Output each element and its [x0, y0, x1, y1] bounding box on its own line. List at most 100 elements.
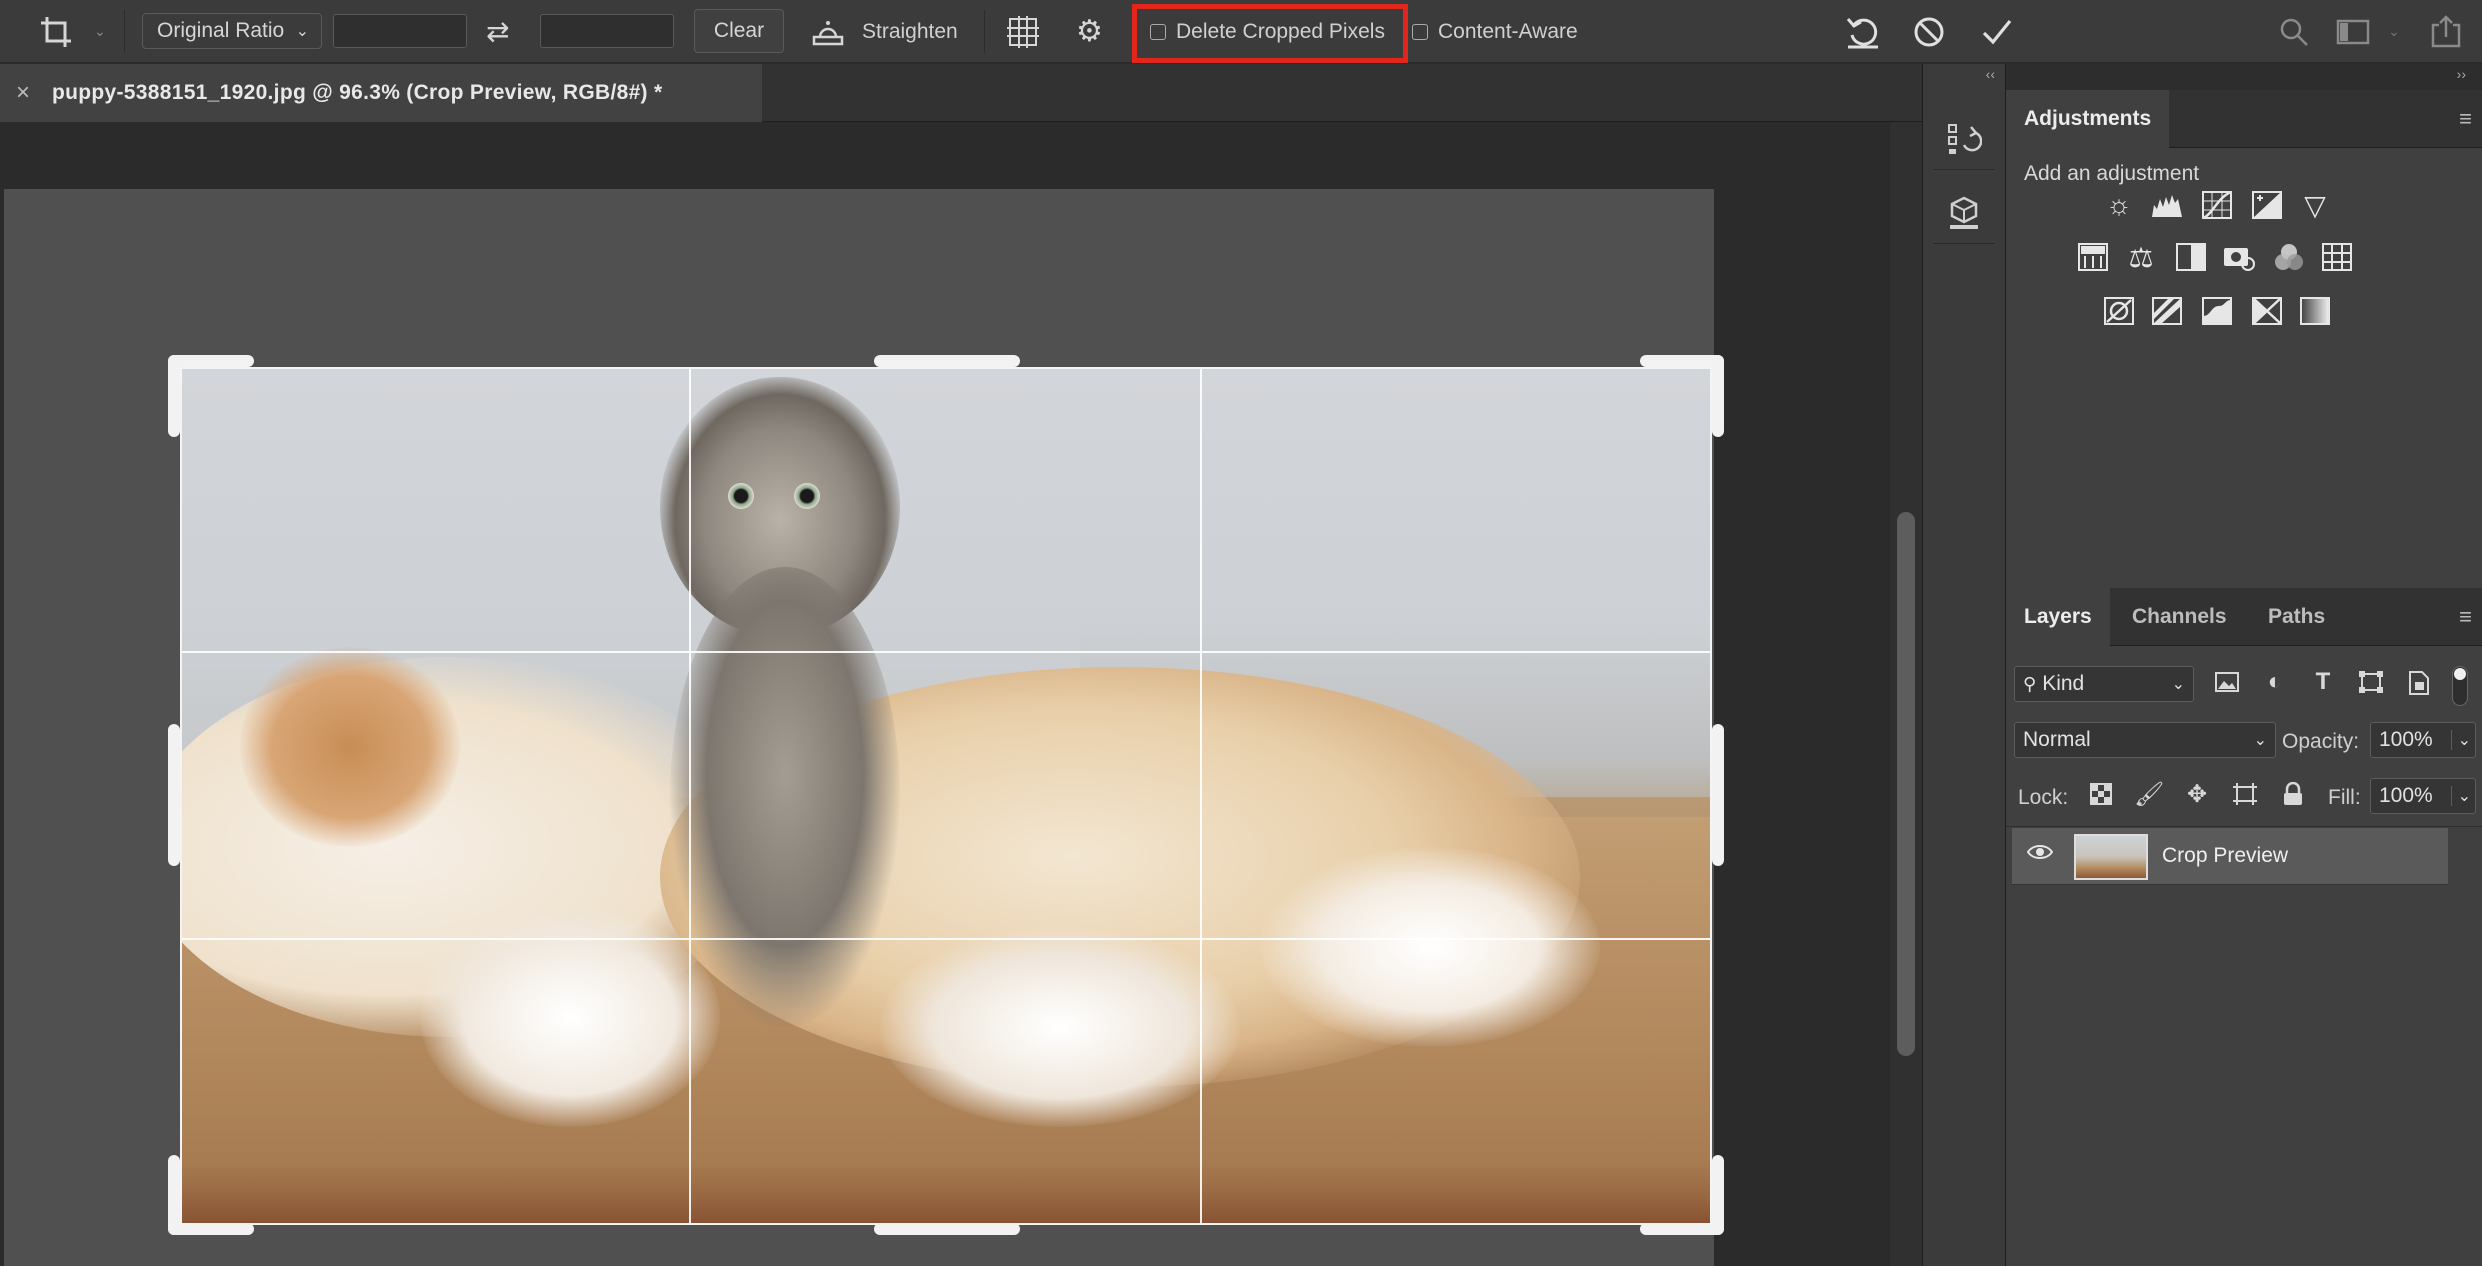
smart-object-filter-icon[interactable] [2404, 670, 2434, 703]
crop-handle-top[interactable] [874, 355, 1020, 367]
ratio-dropdown-value: Original Ratio [157, 19, 285, 42]
crop-handle-bottom[interactable] [874, 1223, 1020, 1235]
posterize-icon[interactable] [2150, 294, 2184, 328]
tool-preset-chevron-icon[interactable]: ⌄ [94, 0, 106, 63]
type-filter-icon[interactable]: T [2308, 668, 2338, 696]
hue-saturation-icon[interactable] [2076, 240, 2110, 274]
height-field[interactable] [540, 14, 674, 48]
gear-icon[interactable]: ⚙ [1076, 0, 1103, 63]
filter-toggle-switch[interactable] [2452, 666, 2468, 706]
selective-color-icon[interactable] [2250, 294, 2284, 328]
crop-handle-bottom-left[interactable] [168, 1223, 254, 1235]
brightness-contrast-icon[interactable]: ☼ [2102, 188, 2136, 222]
adjustment-filter-icon[interactable]: ◐ [2260, 668, 2290, 696]
divider [2012, 884, 2448, 885]
panel-menu-icon[interactable]: ≡ [2459, 604, 2472, 630]
blend-mode-value: Normal [2023, 728, 2091, 751]
color-balance-icon[interactable]: ⚖ [2124, 240, 2158, 274]
panel-icon-strip: ‹‹ [1922, 64, 2006, 1266]
crop-handle-right[interactable] [1712, 724, 1724, 866]
blend-mode-dropdown[interactable]: Normal ⌄ [2014, 722, 2276, 758]
tab-adjustments[interactable]: Adjustments [2006, 90, 2170, 148]
lock-all-icon[interactable] [2278, 781, 2308, 813]
close-icon[interactable]: × [16, 79, 30, 107]
divider [2006, 826, 2482, 827]
opacity-label: Opacity: [2282, 730, 2360, 753]
3d-properties-icon[interactable] [1933, 182, 1995, 244]
chevron-down-icon[interactable]: ⌄ [2450, 730, 2471, 750]
layer-name[interactable]: Crop Preview [2162, 844, 2288, 868]
lock-position-icon[interactable]: ✥ [2182, 780, 2212, 809]
width-field[interactable] [333, 14, 467, 48]
crop-box-border[interactable] [180, 367, 1712, 1225]
right-panels: ›› Adjustments ≡ Add an adjustment ☼ ▽ ⚖ [2006, 64, 2482, 1266]
crop-handle-bottom-left[interactable] [168, 1155, 180, 1235]
crop-handle-top-left[interactable] [168, 355, 254, 367]
gradient-map-icon[interactable] [2298, 294, 2332, 328]
tab-channels[interactable]: Channels [2114, 588, 2245, 646]
threshold-icon[interactable] [2200, 294, 2234, 328]
exposure-icon[interactable] [2250, 188, 2284, 222]
black-white-icon[interactable] [2174, 240, 2208, 274]
collapse-panels-icon[interactable]: ›› [2457, 66, 2466, 82]
crop-handle-top-right[interactable] [1712, 355, 1724, 437]
eye-icon[interactable] [2026, 842, 2054, 868]
cancel-icon[interactable] [1912, 0, 1946, 63]
options-bar: ⌄ Original Ratio ⌄ ⇄ Clear Straighten ⚙ … [0, 0, 2482, 63]
collapse-panels-icon[interactable]: ‹‹ [1986, 66, 1995, 82]
search-icon: ⚲ [2023, 673, 2037, 694]
swap-arrows-icon[interactable]: ⇄ [486, 0, 509, 63]
layer-row[interactable]: Crop Preview [2012, 828, 2448, 884]
chevron-down-icon: ⌄ [2253, 732, 2267, 749]
checkmark-icon[interactable] [1980, 0, 2014, 63]
curves-icon[interactable] [2200, 188, 2234, 222]
chevron-down-icon: ⌄ [2171, 676, 2185, 693]
invert-icon[interactable] [2102, 294, 2136, 328]
crop-handle-left[interactable] [168, 724, 180, 866]
pixel-filter-icon[interactable] [2212, 670, 2242, 701]
vertical-scrollbar[interactable] [1890, 122, 1922, 1266]
lock-label: Lock: [2018, 786, 2069, 809]
color-lookup-icon[interactable] [2320, 240, 2354, 274]
straighten-level-icon[interactable] [810, 0, 846, 63]
document-title: puppy-5388151_1920.jpg @ 96.3% (Crop Pre… [52, 81, 663, 104]
workspace-icon[interactable] [2336, 0, 2370, 63]
history-icon[interactable] [1933, 108, 1995, 170]
grid-overlay-icon[interactable] [1006, 0, 1040, 63]
chevron-down-icon: ⌄ [295, 23, 309, 40]
vibrance-icon[interactable]: ▽ [2298, 188, 2332, 222]
channel-mixer-icon[interactable] [2272, 240, 2306, 274]
filter-toggle-knob [2454, 668, 2466, 680]
content-aware-checkbox[interactable]: Content-Aware [1412, 0, 1578, 63]
crop-handle-top-left[interactable] [168, 355, 180, 437]
panel-menu-icon[interactable]: ≡ [2459, 106, 2472, 132]
clear-button[interactable]: Clear [694, 9, 784, 53]
adjustments-panel-tabs: Adjustments ≡ [2006, 90, 2482, 148]
ratio-dropdown[interactable]: Original Ratio ⌄ [142, 13, 322, 49]
content-aware-checkbox-box[interactable] [1412, 23, 1428, 40]
tab-layers[interactable]: Layers [2006, 588, 2110, 646]
chevron-down-icon[interactable]: ⌄ [2450, 786, 2471, 806]
lock-transparent-icon[interactable] [2086, 782, 2116, 813]
fill-field[interactable]: 100% ⌄ [2370, 778, 2476, 814]
straighten-label[interactable]: Straighten [862, 0, 958, 63]
lock-artboard-icon[interactable] [2230, 782, 2260, 813]
reset-icon[interactable] [1844, 0, 1882, 63]
document-tab-bar: × puppy-5388151_1920.jpg @ 96.3% (Crop P… [0, 64, 1922, 122]
tab-paths[interactable]: Paths [2250, 588, 2343, 646]
crop-icon[interactable] [38, 0, 74, 63]
document-tab[interactable]: × puppy-5388151_1920.jpg @ 96.3% (Crop P… [0, 64, 762, 122]
separator [124, 10, 125, 53]
adjustments-subtitle: Add an adjustment [2024, 162, 2200, 185]
lock-paint-icon[interactable]: 🖌 [2134, 780, 2164, 809]
scrollbar-thumb[interactable] [1897, 512, 1915, 1056]
shape-filter-icon[interactable] [2356, 670, 2386, 701]
photo-filter-icon[interactable] [2222, 240, 2256, 274]
opacity-field[interactable]: 100% ⌄ [2370, 722, 2476, 758]
crop-handle-bottom-right[interactable] [1712, 1155, 1724, 1235]
levels-icon[interactable] [2150, 188, 2184, 222]
workspace-chevron-icon[interactable]: ⌄ [2388, 0, 2400, 63]
layer-filter-kind-dropdown[interactable]: ⚲ Kind ⌄ [2014, 666, 2194, 702]
share-icon[interactable] [2430, 0, 2462, 63]
search-icon[interactable] [2278, 0, 2310, 63]
